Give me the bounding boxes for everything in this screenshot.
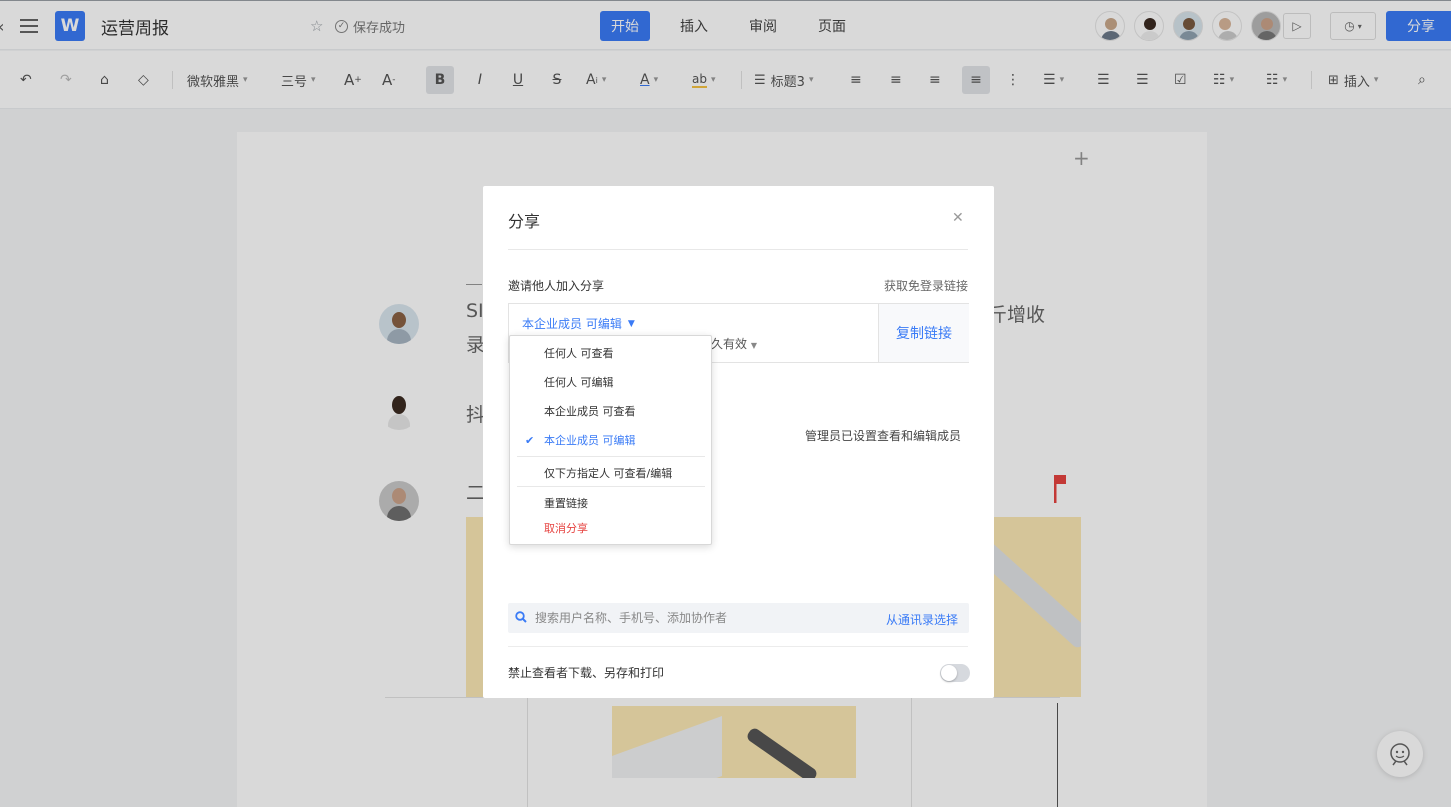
search-icon	[515, 611, 527, 623]
divider	[508, 646, 968, 647]
search-input[interactable]	[535, 603, 855, 633]
no-login-link[interactable]: 获取免登录链接	[884, 277, 968, 294]
dropdown-item-label: 重置链接	[544, 497, 588, 510]
dropdown-item-anyone-edit[interactable]: 任何人 可编辑	[510, 371, 711, 393]
link-expiry-select[interactable]: 久有效 ▼	[711, 335, 757, 352]
dropdown-item-reset-link[interactable]: 重置链接	[510, 492, 711, 514]
dropdown-item-label: 仅下方指定人 可查看/编辑	[544, 467, 673, 480]
dropdown-item-specified-only[interactable]: 仅下方指定人 可查看/编辑	[510, 462, 711, 484]
dropdown-item-anyone-view[interactable]: 任何人 可查看	[510, 342, 711, 364]
forbid-download-toggle[interactable]	[940, 664, 970, 682]
divider	[508, 249, 968, 250]
caret-down-icon: ▼	[627, 318, 635, 329]
permission-dropdown: 任何人 可查看 任何人 可编辑 本企业成员 可查看 ✔ 本企业成员 可编辑 仅下…	[509, 335, 712, 545]
forbid-download-label: 禁止查看者下载、另存和打印	[508, 666, 665, 680]
dropdown-item-org-edit[interactable]: ✔ 本企业成员 可编辑	[510, 429, 711, 451]
admin-note: 管理员已设置查看和编辑成员	[805, 429, 962, 443]
dropdown-item-cancel-share[interactable]: 取消分享	[510, 517, 711, 539]
collaborator-search: 从通讯录选择	[508, 603, 969, 633]
caret-down-icon: ▼	[750, 341, 757, 350]
dropdown-item-label: 本企业成员 可查看	[544, 405, 636, 418]
dropdown-item-label: 本企业成员 可编辑	[544, 434, 636, 447]
check-icon: ✔	[525, 433, 535, 447]
select-from-contacts-link[interactable]: 从通讯录选择	[886, 611, 958, 628]
divider	[517, 456, 705, 457]
divider	[517, 486, 705, 487]
dropdown-item-label: 任何人 可编辑	[544, 376, 614, 389]
dropdown-item-org-view[interactable]: 本企业成员 可查看	[510, 400, 711, 422]
close-icon[interactable]: ✕	[952, 210, 964, 226]
dropdown-item-label: 任何人 可查看	[544, 347, 614, 360]
link-expiry-value: 久有效	[711, 337, 748, 351]
dropdown-item-label: 取消分享	[544, 522, 588, 535]
invite-label: 邀请他人加入分享	[508, 279, 605, 293]
link-permission-select[interactable]: 本企业成员 可编辑 ▼	[522, 315, 635, 332]
copy-link-button[interactable]: 复制链接	[878, 304, 969, 362]
dialog-title: 分享	[508, 212, 541, 231]
link-permission-value: 本企业成员 可编辑	[522, 317, 622, 331]
